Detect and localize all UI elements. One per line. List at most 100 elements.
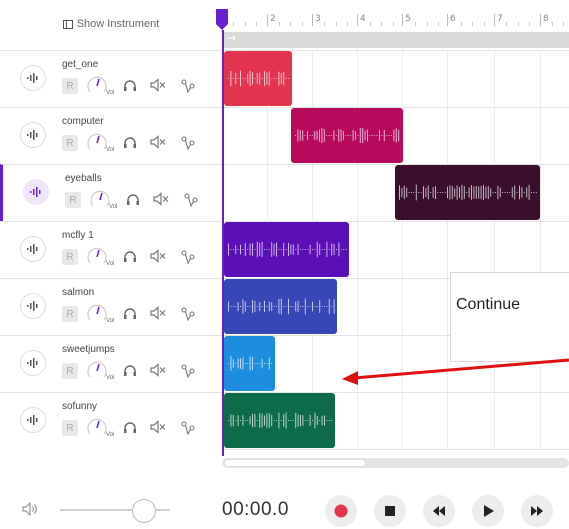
track-name[interactable]: sofunny [62, 401, 97, 412]
record-arm-button[interactable]: R [65, 192, 81, 208]
record-button[interactable] [325, 495, 357, 527]
instrument-button[interactable] [20, 122, 46, 148]
record-arm-button[interactable]: R [62, 420, 78, 436]
ruler-tick [301, 22, 303, 26]
effects-icon[interactable] [180, 363, 196, 379]
track-header[interactable]: mcfly 1 R Vol [0, 221, 222, 278]
mute-icon[interactable] [150, 135, 166, 149]
headphone-icon[interactable] [122, 78, 138, 92]
effects-icon[interactable] [183, 192, 199, 208]
clip-waveform [228, 356, 273, 371]
audio-clip[interactable] [224, 222, 349, 277]
audio-clip[interactable] [224, 393, 335, 448]
stop-button[interactable] [374, 495, 406, 527]
mute-icon[interactable] [150, 306, 166, 320]
waveform-icon [27, 130, 38, 140]
ruler-tick [256, 22, 258, 26]
headphone-icon[interactable] [122, 249, 138, 263]
waveform-icon [27, 358, 38, 368]
mute-icon[interactable] [150, 420, 166, 434]
volume-knob[interactable] [89, 189, 111, 211]
volume-knob[interactable] [86, 303, 108, 325]
volume-icon[interactable] [22, 502, 38, 516]
track-name[interactable]: get_one [62, 59, 98, 70]
volume-knob[interactable] [86, 417, 108, 439]
ruler-bar-line [540, 14, 541, 26]
annotation-arrow [342, 358, 569, 385]
bar-ruler[interactable]: 2 3 4 5 6 7 8 [222, 0, 569, 32]
horizontal-scrollbar[interactable] [222, 458, 569, 468]
record-arm-button[interactable]: R [62, 363, 78, 379]
track-header[interactable]: sweetjumps R Vol [0, 335, 222, 392]
playhead-marker[interactable] [215, 9, 229, 31]
record-arm-button[interactable]: R [62, 249, 78, 265]
mute-icon[interactable] [153, 192, 169, 206]
ruler-tick [324, 22, 326, 26]
ruler-bar-line [312, 14, 313, 26]
record-arm-button[interactable]: R [62, 78, 78, 94]
effects-icon[interactable] [180, 135, 196, 151]
volume-label: Vol [109, 204, 118, 210]
master-volume-knob[interactable] [132, 499, 156, 523]
effects-icon[interactable] [180, 306, 196, 322]
audio-clip[interactable] [395, 165, 540, 220]
volume-label: Vol [106, 147, 115, 153]
loop-arrow-icon: → [226, 31, 237, 45]
mute-icon[interactable] [150, 249, 166, 263]
mute-icon[interactable] [150, 78, 166, 92]
clip-waveform [228, 241, 347, 258]
track-header[interactable]: eyeballs R Vol [0, 164, 222, 221]
rewind-button[interactable] [423, 495, 455, 527]
play-button[interactable] [472, 495, 504, 527]
headphone-icon[interactable] [122, 363, 138, 377]
instrument-button[interactable] [20, 236, 46, 262]
volume-knob[interactable] [86, 132, 108, 154]
track-name[interactable]: mcfly 1 [62, 230, 94, 241]
volume-label: Vol [106, 318, 115, 324]
volume-label: Vol [106, 261, 115, 267]
effects-icon[interactable] [180, 249, 196, 265]
instrument-button[interactable] [23, 179, 49, 205]
effects-icon[interactable] [180, 78, 196, 94]
volume-knob[interactable] [86, 246, 108, 268]
audio-clip[interactable] [291, 108, 403, 163]
fast-forward-button[interactable] [521, 495, 553, 527]
volume-knob[interactable] [86, 75, 108, 97]
volume-label: Vol [106, 90, 115, 96]
track-name[interactable]: sweetjumps [62, 344, 115, 355]
instrument-button[interactable] [20, 350, 46, 376]
track-name[interactable]: eyeballs [65, 173, 102, 184]
audio-clip[interactable] [224, 279, 337, 334]
audio-clip[interactable] [224, 336, 275, 391]
track-name[interactable]: salmon [62, 287, 94, 298]
track-header[interactable]: get_one R Vol [0, 50, 222, 107]
loop-region-bar[interactable] [222, 32, 569, 48]
grid-icon [62, 19, 73, 29]
ruler-bar-line [447, 14, 448, 26]
scrollbar-thumb[interactable] [224, 459, 366, 467]
show-instrument-button[interactable]: Show Instrument [0, 12, 222, 36]
instrument-button[interactable] [20, 293, 46, 319]
headphone-icon[interactable] [122, 306, 138, 320]
ruler-bar-number: 8 [543, 14, 549, 24]
ruler-tick [506, 22, 508, 26]
ruler-bar-line [494, 14, 495, 26]
headphone-icon[interactable] [125, 192, 141, 206]
track-name[interactable]: computer [62, 116, 104, 127]
track-header[interactable]: computer R Vol [0, 107, 222, 164]
ruler-bar-number: 3 [315, 14, 321, 24]
annotation-text: Continue [456, 296, 521, 313]
mute-icon[interactable] [150, 363, 166, 377]
audio-clip[interactable] [224, 51, 292, 106]
headphone-icon[interactable] [122, 135, 138, 149]
instrument-button[interactable] [20, 407, 46, 433]
headphone-icon[interactable] [122, 420, 138, 434]
instrument-button[interactable] [20, 65, 46, 91]
track-header[interactable]: sofunny R Vol [0, 392, 222, 449]
record-arm-button[interactable]: R [62, 306, 78, 322]
effects-icon[interactable] [180, 420, 196, 436]
record-arm-button[interactable]: R [62, 135, 78, 151]
ruler-bar-number: 6 [450, 14, 456, 24]
volume-knob[interactable] [86, 360, 108, 382]
track-header[interactable]: salmon R Vol [0, 278, 222, 335]
